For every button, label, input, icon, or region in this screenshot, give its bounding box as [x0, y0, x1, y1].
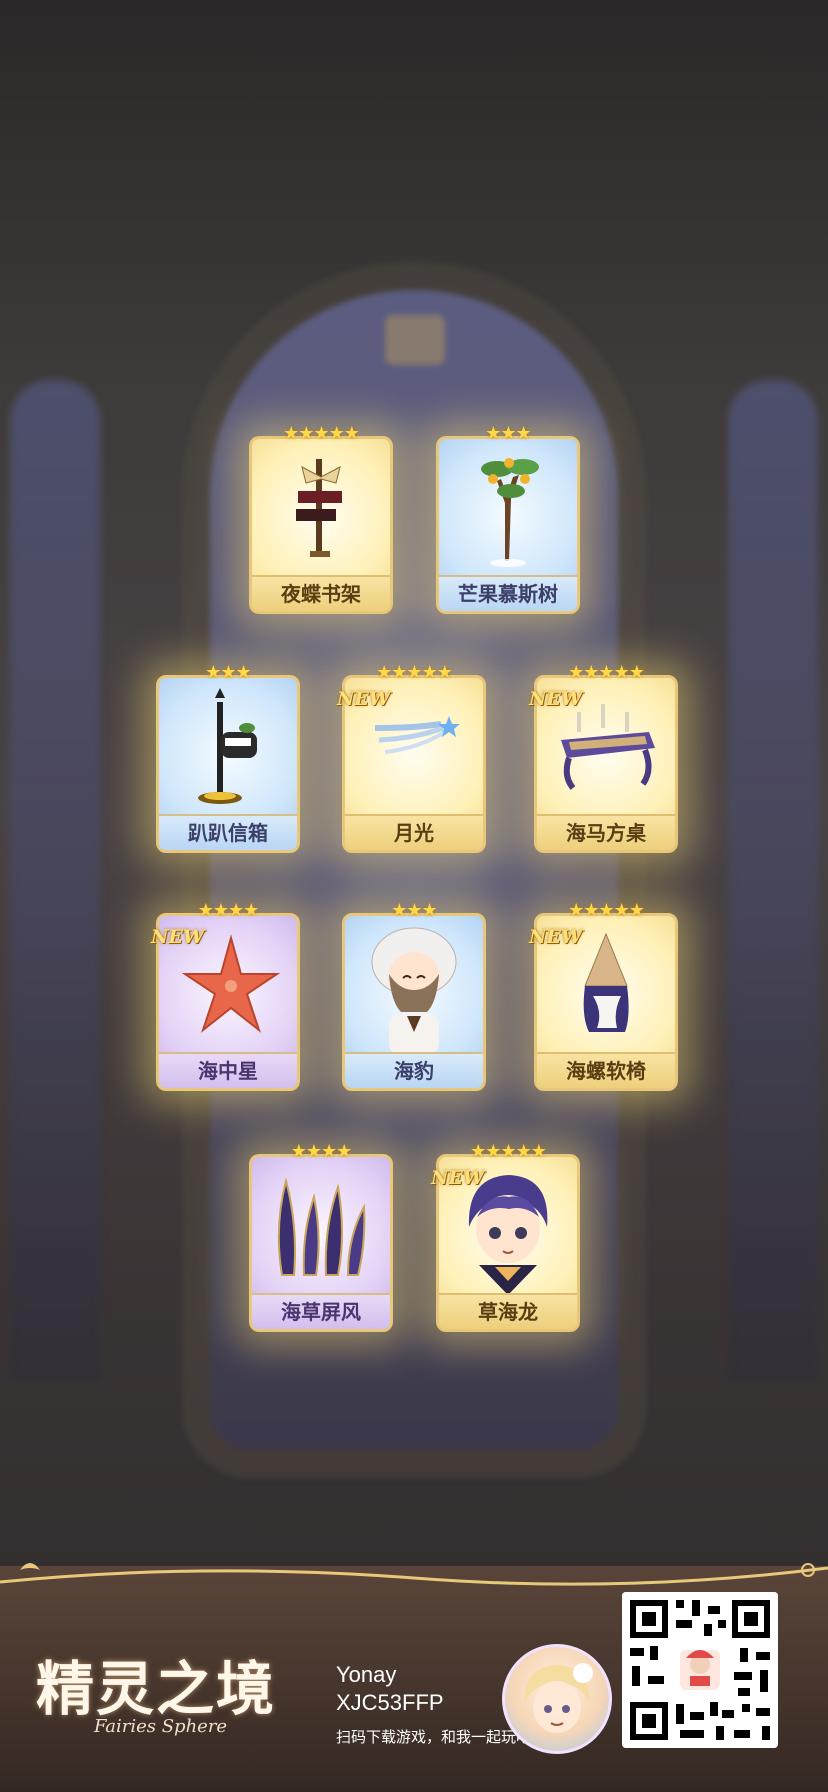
card-name: 海中星 — [159, 1052, 297, 1088]
reward-card-conch-chair[interactable]: ★★★★★ NEW 海螺软椅 — [529, 900, 678, 1091]
background-scene — [0, 0, 828, 1792]
starfish-icon — [181, 934, 281, 1033]
player-name: Yonay — [336, 1662, 397, 1687]
card-name: 海螺软椅 — [537, 1052, 675, 1088]
reward-card-sea-dragon[interactable]: ★★★★★ NEW 草海龙 — [431, 1141, 580, 1332]
card-name: 夜蝶书架 — [252, 575, 390, 611]
character-portrait-icon — [468, 1175, 548, 1295]
reward-card-mailbox[interactable]: ★★★ 趴趴信箱 — [156, 662, 300, 853]
seaweed-screen-icon — [277, 1177, 366, 1276]
reward-card-moonlight[interactable]: ★★★★★ NEW 月光 — [337, 662, 486, 853]
card-name: 趴趴信箱 — [159, 814, 297, 850]
reward-card-seal[interactable]: ★★★ 海豹 — [342, 900, 486, 1091]
moonlight-effect-icon — [374, 716, 460, 754]
card-name: 海马方桌 — [537, 814, 675, 850]
game-logo-en: Fairies Sphere — [94, 1716, 228, 1737]
player-avatar-icon — [502, 1644, 612, 1754]
reward-card-seaweed-screen[interactable]: ★★★★ 海草屏风 — [249, 1141, 393, 1332]
conch-chair-icon — [583, 932, 629, 1032]
seal-outfit-icon — [371, 927, 457, 1054]
reward-card-bookshelf[interactable]: ★★★★★ 夜蝶书架 — [249, 423, 393, 614]
reward-card-seahorse-table[interactable]: ★★★★★ NEW 海马方桌 — [529, 662, 678, 853]
reward-card-starfish[interactable]: ★★★★ NEW 海中星 — [151, 900, 300, 1091]
mango-tree-icon — [481, 458, 539, 567]
background-left-window — [10, 380, 100, 1380]
table-icon — [561, 704, 655, 790]
mailbox-icon — [198, 688, 257, 804]
card-name: 芒果慕斯树 — [439, 575, 577, 611]
background-right-window — [728, 380, 818, 1380]
footer-wave-border — [0, 1563, 828, 1586]
share-footer: 精灵之境 Fairies Sphere Yonay XJC53FFP 扫码下载游… — [0, 1563, 828, 1792]
card-name: 月光 — [345, 814, 483, 850]
background-crest — [385, 315, 445, 365]
qr-code-icon — [622, 1592, 778, 1748]
player-code: XJC53FFP — [336, 1690, 444, 1715]
card-name: 草海龙 — [439, 1293, 577, 1329]
bookshelf-icon — [296, 459, 342, 557]
card-name: 海草屏风 — [252, 1293, 390, 1329]
game-logo-cn: 精灵之境 — [36, 1655, 277, 1723]
reward-card-mango-tree[interactable]: ★★★ 芒果慕斯树 — [436, 423, 580, 614]
card-name: 海豹 — [345, 1052, 483, 1088]
